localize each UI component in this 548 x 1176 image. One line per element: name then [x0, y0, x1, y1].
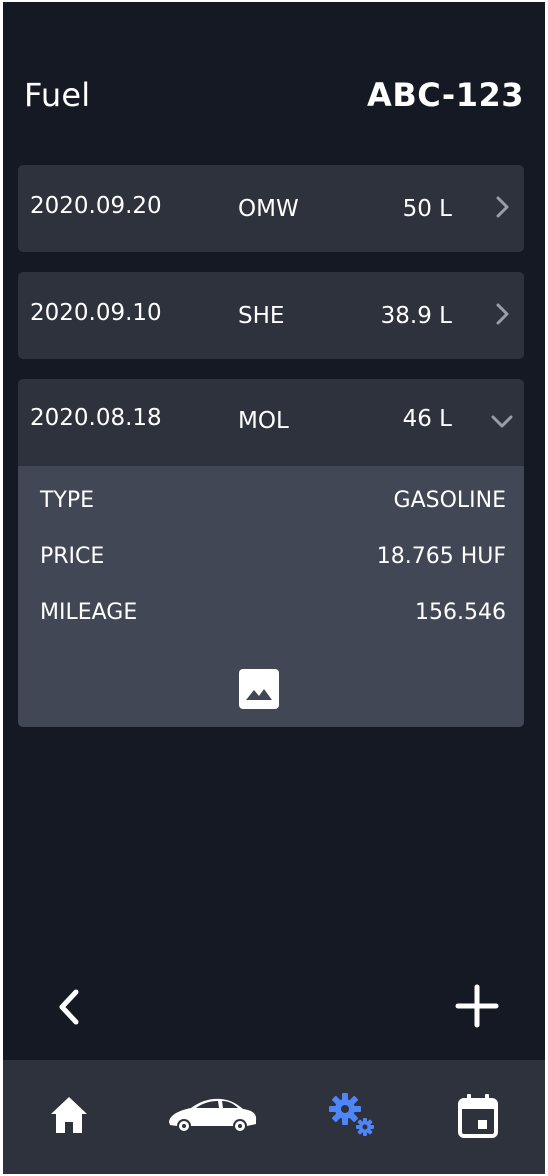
entry-date: 2020.08.18 [30, 405, 162, 431]
plus-icon[interactable] [453, 982, 501, 1030]
entry-date: 2020.09.20 [30, 193, 162, 219]
calendar-icon [458, 1094, 498, 1138]
image-icon[interactable] [238, 668, 280, 710]
detail-label: MILEAGE [40, 600, 138, 625]
gears-icon [329, 1093, 374, 1136]
entry-date: 2020.09.10 [30, 300, 162, 326]
app-screen: Fuel ABC-123 2020.09.20 OMW 50 L 2020.09… [3, 2, 545, 1174]
detail-row-mileage: MILEAGE 156.546 [40, 600, 506, 630]
fuel-entry-summary[interactable]: 2020.09.10 SHE 38.9 L [18, 272, 524, 359]
bottom-navigation [3, 1060, 545, 1174]
nav-calendar[interactable] [453, 1060, 503, 1174]
detail-value: GASOLINE [393, 488, 506, 513]
detail-row-price: PRICE 18.765 HUF [40, 544, 506, 574]
entry-amount: 50 L [402, 196, 452, 222]
detail-label: PRICE [40, 544, 105, 569]
license-plate: ABC-123 [367, 76, 524, 114]
fuel-entry-details: TYPE GASOLINE PRICE 18.765 HUF MILEAGE 1… [18, 466, 524, 727]
fuel-entry-card[interactable]: 2020.09.20 OMW 50 L [18, 165, 524, 252]
car-icon [169, 1098, 257, 1133]
detail-value: 18.765 HUF [376, 544, 506, 569]
fuel-entry-summary[interactable]: 2020.08.18 MOL 46 L [18, 379, 524, 466]
nav-settings[interactable] [323, 1060, 383, 1174]
entry-amount: 46 L [402, 406, 452, 432]
entry-station: SHE [238, 303, 285, 329]
header: Fuel ABC-123 [3, 72, 545, 122]
chevron-right-icon[interactable] [488, 300, 516, 328]
home-icon [51, 1097, 87, 1133]
detail-row-type: TYPE GASOLINE [40, 488, 506, 518]
entry-station: OMW [238, 196, 299, 222]
page-title: Fuel [24, 76, 91, 114]
fuel-entry-summary[interactable]: 2020.09.20 OMW 50 L [18, 165, 524, 252]
detail-label: TYPE [40, 488, 95, 513]
chevron-right-icon[interactable] [488, 193, 516, 221]
entry-amount: 38.9 L [380, 303, 452, 329]
fuel-entry-card-expanded[interactable]: 2020.08.18 MOL 46 L TYPE GASOLINE PRICE … [18, 379, 524, 727]
fuel-entry-card[interactable]: 2020.09.10 SHE 38.9 L [18, 272, 524, 359]
nav-home[interactable] [41, 1060, 97, 1174]
detail-value: 156.546 [415, 600, 506, 625]
entry-station: MOL [238, 408, 289, 434]
chevron-down-icon[interactable] [488, 407, 516, 435]
chevron-left-icon[interactable] [51, 985, 89, 1029]
nav-vehicle[interactable] [163, 1060, 259, 1174]
